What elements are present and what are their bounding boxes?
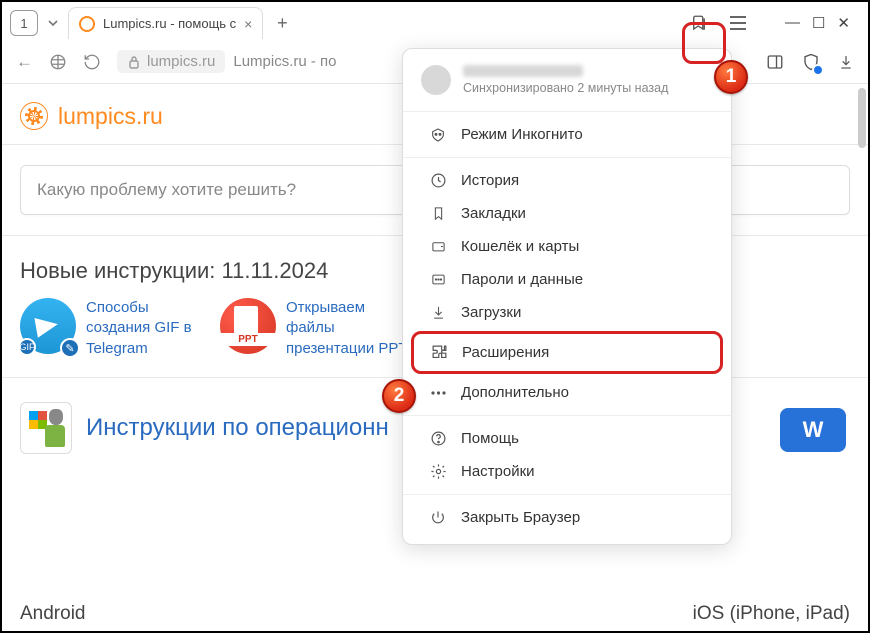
ppt-icon <box>220 298 276 354</box>
home-button[interactable] <box>49 53 67 71</box>
bookmark-icon <box>429 205 447 222</box>
gif-badge-icon: GIF <box>18 338 36 356</box>
main-menu-button[interactable] <box>723 8 753 38</box>
site-logo-icon[interactable] <box>20 102 48 130</box>
article-card[interactable]: GIF ✎ Способы создания GIF в Telegram <box>20 298 210 359</box>
bottom-link-android[interactable]: Android <box>20 603 86 625</box>
scrollbar-thumb[interactable] <box>858 88 866 148</box>
nav-back-button[interactable]: ← <box>16 52 33 72</box>
main-menu-dropdown: Синхронизировано 2 минуты назад Режим Ин… <box>402 48 732 545</box>
article-link[interactable]: Способы создания GIF в Telegram <box>86 298 210 359</box>
os-section-link[interactable]: Инструкции по операционн <box>86 414 389 442</box>
lock-icon <box>127 55 141 69</box>
callout-badge-2: 2 <box>382 379 416 413</box>
menu-label: Закладки <box>461 205 526 222</box>
os-collection-icon <box>20 402 72 454</box>
menu-label: Дополнительно <box>461 384 569 401</box>
vk-share-button[interactable]: W <box>780 408 846 452</box>
window-minimize-button[interactable]: — <box>785 14 800 32</box>
tab-title: Lumpics.ru - помощь с <box>103 16 236 31</box>
help-icon <box>429 430 447 447</box>
menu-item-wallet[interactable]: Кошелёк и карты <box>409 230 725 263</box>
menu-item-extensions[interactable]: Расширения <box>411 331 723 374</box>
menu-item-more[interactable]: Дополнительно <box>409 376 725 409</box>
tab-list-chevron-icon[interactable] <box>44 20 62 26</box>
menu-item-bookmarks[interactable]: Закладки <box>409 197 725 230</box>
active-tab[interactable]: Lumpics.ru - помощь с × <box>68 7 263 39</box>
menu-item-history[interactable]: История <box>409 164 725 197</box>
telegram-icon: GIF ✎ <box>20 298 76 354</box>
menu-label: История <box>461 172 519 189</box>
callout-frame-1 <box>682 22 726 64</box>
menu-profile[interactable]: Синхронизировано 2 минуты назад <box>403 55 731 105</box>
menu-label: Режим Инкогнито <box>461 126 583 143</box>
menu-label: Расширения <box>462 344 549 361</box>
article-card[interactable]: Открываем файлы презентации PPT <box>220 298 410 359</box>
article-link[interactable]: Открываем файлы презентации PPT <box>286 298 410 359</box>
reload-button[interactable] <box>83 53 101 71</box>
new-tab-button[interactable]: + <box>269 10 295 36</box>
menu-item-downloads[interactable]: Загрузки <box>409 296 725 329</box>
url-domain-text: lumpics.ru <box>147 53 215 70</box>
menu-label: Настройки <box>461 463 535 480</box>
menu-item-incognito[interactable]: Режим Инкогнито <box>409 118 725 151</box>
site-name[interactable]: lumpics.ru <box>58 103 163 130</box>
power-icon <box>429 509 447 526</box>
callout-badge-1: 1 <box>714 60 748 94</box>
puzzle-icon <box>430 344 448 361</box>
tab-bar: 1 Lumpics.ru - помощь с × + — ☐ ✕ <box>2 2 868 40</box>
more-icon <box>429 390 447 396</box>
sidebar-toggle-icon[interactable] <box>766 53 784 71</box>
menu-item-close-browser[interactable]: Закрыть Браузер <box>409 501 725 534</box>
url-rest-text: Lumpics.ru - по <box>233 53 336 70</box>
window-maximize-button[interactable]: ☐ <box>812 14 825 32</box>
menu-label: Помощь <box>461 430 519 447</box>
tab-close-icon[interactable]: × <box>244 16 252 32</box>
tab-favicon-icon <box>79 16 95 32</box>
menu-label: Загрузки <box>461 304 521 321</box>
window-close-button[interactable]: ✕ <box>837 14 850 32</box>
protect-badge-icon <box>812 64 824 76</box>
menu-item-settings[interactable]: Настройки <box>409 455 725 488</box>
bottom-link-ios[interactable]: iOS (iPhone, iPad) <box>693 603 850 625</box>
history-icon <box>429 172 447 189</box>
tab-counter[interactable]: 1 <box>10 10 38 36</box>
profile-name-blurred <box>463 65 583 77</box>
gear-icon <box>429 463 447 480</box>
menu-item-help[interactable]: Помощь <box>409 422 725 455</box>
downloads-icon[interactable] <box>838 53 854 71</box>
menu-item-passwords[interactable]: Пароли и данные <box>409 263 725 296</box>
avatar-icon <box>421 65 451 95</box>
menu-label: Закрыть Браузер <box>461 509 580 526</box>
menu-label: Пароли и данные <box>461 271 583 288</box>
sync-status: Синхронизировано 2 минуты назад <box>463 81 668 95</box>
incognito-icon <box>429 127 447 143</box>
wallet-icon <box>429 239 447 254</box>
download-icon <box>429 304 447 321</box>
protect-icon[interactable] <box>802 52 820 72</box>
key-icon <box>429 272 447 287</box>
url-field[interactable]: lumpics.ru Lumpics.ru - по <box>117 50 337 73</box>
edit-badge-icon: ✎ <box>60 338 80 358</box>
menu-label: Кошелёк и карты <box>461 238 579 255</box>
